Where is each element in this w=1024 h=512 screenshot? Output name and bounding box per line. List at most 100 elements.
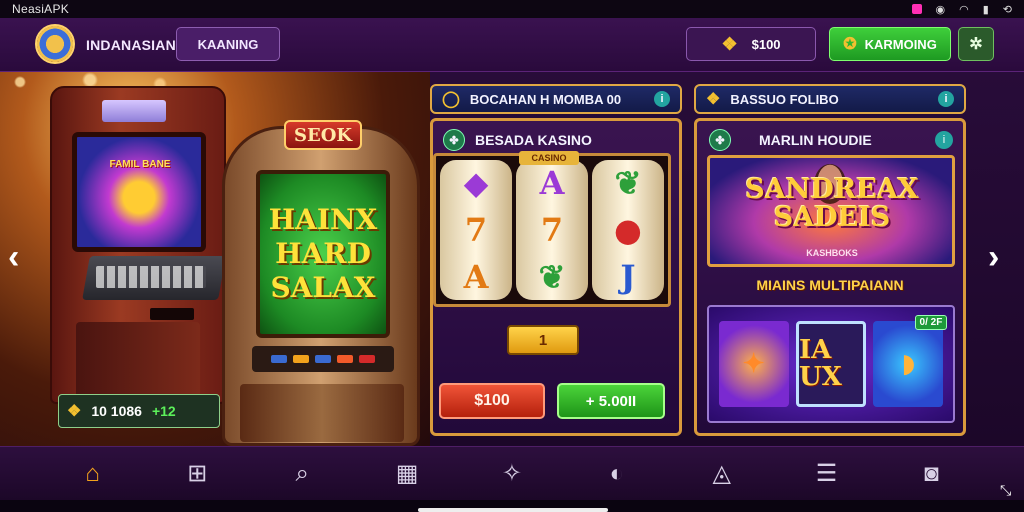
slot-sign: SEOK [284, 120, 362, 150]
game-tile[interactable]: 0/ 2F ◗ [873, 315, 948, 407]
reel-symbol: A [539, 164, 565, 203]
status-app-name: NeasiAPK [12, 2, 70, 16]
kaining-button[interactable]: KAANING [176, 27, 280, 61]
banner-title: SANDREAX SADEIS [745, 174, 919, 234]
reel: ❦ ● J [592, 160, 664, 300]
clover-icon: ✤ [443, 129, 465, 151]
card-title: MARLIN HOUDIE [759, 132, 872, 148]
hero-banner[interactable]: FAMIL BANE SEOK HAINX HARD SALAX ❖ 10 10… [0, 72, 430, 446]
coin-stack-icon: ❖ [721, 33, 738, 54]
settings-button[interactable]: ✲ [958, 27, 994, 61]
card-header: ✤ MARLIN HOUDIE [709, 127, 955, 153]
reel: A 7 ❦ [516, 160, 588, 300]
battery-icon: ▮ [982, 3, 989, 16]
slot-button-red [337, 355, 353, 363]
arcade-machine-image: FAMIL BANE [50, 86, 226, 404]
app-window: NeasiAPK ◉ ◠ ▮ ⟲ INDANASIAN KAANING ❖ $1… [0, 0, 1024, 512]
right-info-label: BASSUO FOLIBO [730, 91, 839, 107]
arcade-base [76, 322, 200, 398]
coin-balance-button[interactable]: ❖ $100 [686, 27, 816, 61]
balance-badge[interactable]: ❖ 10 1086 +12 [58, 394, 220, 428]
right-info-bar[interactable]: ❖ BASSUO FOLIBO i [694, 84, 966, 114]
coin-icon: ❖ [67, 403, 82, 420]
slot-machine-image: SEOK HAINX HARD SALAX [222, 108, 420, 446]
card-header: ✤ BESADA KASINO [443, 127, 592, 153]
win-amount-button[interactable]: + 5.00II [557, 383, 665, 419]
sync-icon: ⟲ [1002, 3, 1012, 16]
karmoing-label: KARMOING [864, 36, 937, 52]
balance-value: 10 1086 [91, 403, 142, 419]
location-icon: ◉ [935, 3, 946, 16]
chevron-left-icon[interactable]: ‹ [8, 240, 19, 274]
info-icon[interactable]: i [935, 131, 953, 149]
balance-gain: +12 [151, 403, 176, 419]
coin-balance-value: $100 [751, 36, 781, 52]
bag-icon[interactable]: ◬ [700, 454, 744, 494]
brand-logo-icon[interactable] [35, 24, 75, 64]
slot-screen-line: HAINX [268, 203, 378, 236]
reel-symbol: ❦ [614, 164, 642, 203]
reel: ◆ 7 A [440, 160, 512, 300]
reel-symbol: J [620, 257, 636, 296]
slot-button-blue [315, 355, 331, 363]
banner-subtitle: KASHBOKS [806, 248, 858, 258]
slot-lower-cabinet [240, 384, 404, 442]
tile-tag: 0/ 2F [914, 315, 948, 330]
status-icons: ◉ ◠ ▮ ⟲ [911, 3, 1012, 16]
reel-symbol: 7 [540, 210, 564, 249]
chevron-right-icon[interactable]: › [988, 240, 999, 274]
arcade-marquee [102, 100, 166, 122]
chat-icon[interactable]: ◐ [595, 454, 639, 494]
info-icon[interactable]: i [938, 91, 954, 107]
food-icon: ◗ [901, 349, 916, 379]
reel-tag: CASINO [519, 151, 579, 165]
arcade-screen-text: FAMIL BANE [109, 159, 171, 170]
ring-icon: ◯ [442, 91, 460, 108]
featured-banner[interactable]: SANDREAX SADEIS KASHBOKS [707, 155, 955, 267]
reel-symbol: ● [614, 210, 642, 249]
slot-control-buttons [252, 346, 394, 372]
coin-icon: ❖ [706, 91, 721, 108]
slot-screen-line: HARD [275, 237, 371, 270]
multiplayer-label: MIAINS MULTIPAIANN [756, 277, 904, 293]
slot-reels: ◆ 7 A A 7 ❦ ❦ ● J [433, 153, 671, 307]
chest-icon: ✪ [843, 36, 857, 53]
list-icon[interactable]: ☰ [805, 454, 849, 494]
featured-game-card[interactable]: ✤ MARLIN HOUDIE i SANDREAX SADEIS KASHBO… [694, 118, 966, 436]
top-header: INDANASIAN KAANING ❖ $100 ✪ KARMOING ✲ [0, 18, 1024, 72]
center-info-bar[interactable]: ◯ BOCAHAN H MOMBA 00 i [430, 84, 682, 114]
slot-screen-line: SALAX [270, 271, 376, 304]
calculator-icon[interactable]: ▦ [385, 454, 429, 494]
card-title: BESADA KASINO [475, 132, 592, 148]
grid-icon[interactable]: ⊞ [175, 454, 219, 494]
game-tile[interactable]: ✦ [718, 321, 789, 407]
center-info-label: BOCAHAN H MOMBA 00 [469, 91, 622, 107]
reel-symbol: 7 [464, 210, 488, 249]
rocket-icon: ✦ [742, 349, 765, 379]
slot-button-red [359, 355, 375, 363]
bet-amount-button[interactable]: $100 [439, 383, 545, 419]
slot-screen: HAINX HARD SALAX [256, 170, 390, 338]
bet-value-box[interactable]: 1 [507, 325, 579, 355]
magic-wand-icon[interactable]: ✧ [490, 454, 534, 494]
home-indicator[interactable] [418, 508, 608, 512]
slot-button-orange [293, 355, 309, 363]
karmoing-button[interactable]: ✪ KARMOING [829, 27, 951, 61]
info-icon[interactable]: i [654, 91, 670, 107]
reel-symbol: ❦ [538, 257, 566, 296]
gear-icon: ✲ [969, 36, 983, 53]
clover-icon: ✤ [709, 129, 731, 151]
notification-icon [911, 4, 922, 14]
game-tiles: ✦ IA UX 0/ 2F ◗ [707, 305, 955, 423]
brand-name: INDANASIAN [86, 37, 176, 53]
arcade-screen: FAMIL BANE [72, 132, 206, 252]
game-tile[interactable]: IA UX [795, 321, 866, 407]
wifi-icon: ◠ [959, 3, 969, 16]
arcade-coin-slot [150, 308, 194, 320]
camera-icon[interactable]: ◙ [909, 454, 953, 494]
search-icon[interactable]: ⌕ [280, 454, 324, 494]
casino-slot-card[interactable]: ✤ BESADA KASINO ◆ 7 A A 7 ❦ ❦ ● J CASINO… [430, 118, 682, 436]
expand-icon[interactable]: ⤡ [1000, 482, 1011, 499]
slot-button-blue [271, 355, 287, 363]
home-icon[interactable]: ⌂ [70, 454, 114, 494]
